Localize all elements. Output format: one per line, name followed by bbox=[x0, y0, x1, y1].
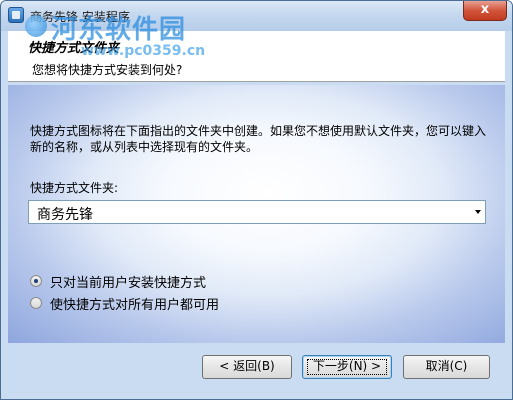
folder-combobox[interactable]: 商务先锋 bbox=[28, 200, 486, 224]
title-bar[interactable]: 商务先锋 安装程序 x bbox=[1, 1, 512, 31]
header-panel: 快捷方式文件夹 您想将快捷方式安装到何处? bbox=[8, 31, 505, 82]
page-title: 快捷方式文件夹 bbox=[28, 41, 120, 56]
radio-all-users-label: 使快捷方式对所有用户都可用 bbox=[50, 298, 220, 313]
folder-label: 快捷方式文件夹: bbox=[30, 181, 119, 195]
page-subtitle: 您想将快捷方式安装到何处? bbox=[32, 63, 183, 77]
content-panel: 快捷方式图标将在下面指出的文件夹中创建。如果您不想使用默认文件夹，您可以键入新的… bbox=[8, 85, 505, 343]
chevron-down-icon[interactable] bbox=[475, 210, 481, 214]
back-button-label: < 返回(B) bbox=[219, 359, 275, 373]
close-icon: x bbox=[480, 2, 490, 17]
installer-icon bbox=[8, 7, 24, 23]
cancel-button-label: 取消(C) bbox=[425, 359, 468, 373]
window-title: 商务先锋 安装程序 bbox=[30, 10, 130, 24]
radio-button-unchecked[interactable] bbox=[30, 297, 42, 309]
next-button[interactable]: 下一步(N) > bbox=[302, 355, 392, 379]
button-bar: < 返回(B) 下一步(N) > 取消(C) bbox=[8, 343, 505, 395]
back-button[interactable]: < 返回(B) bbox=[202, 355, 292, 379]
description-text: 快捷方式图标将在下面指出的文件夹中创建。如果您不想使用默认文件夹，您可以键入新的… bbox=[30, 124, 487, 154]
radio-button-checked[interactable] bbox=[30, 275, 42, 287]
cancel-button[interactable]: 取消(C) bbox=[403, 355, 490, 379]
radio-current-user-label: 只对当前用户安装快捷方式 bbox=[50, 276, 207, 291]
installer-window: 商务先锋 安装程序 x 快捷方式文件夹 您想将快捷方式安装到何处? 快捷方式图标… bbox=[0, 0, 513, 400]
folder-combobox-value: 商务先锋 bbox=[37, 207, 93, 223]
focus-ring bbox=[307, 359, 387, 375]
close-button[interactable]: x bbox=[463, 1, 507, 21]
